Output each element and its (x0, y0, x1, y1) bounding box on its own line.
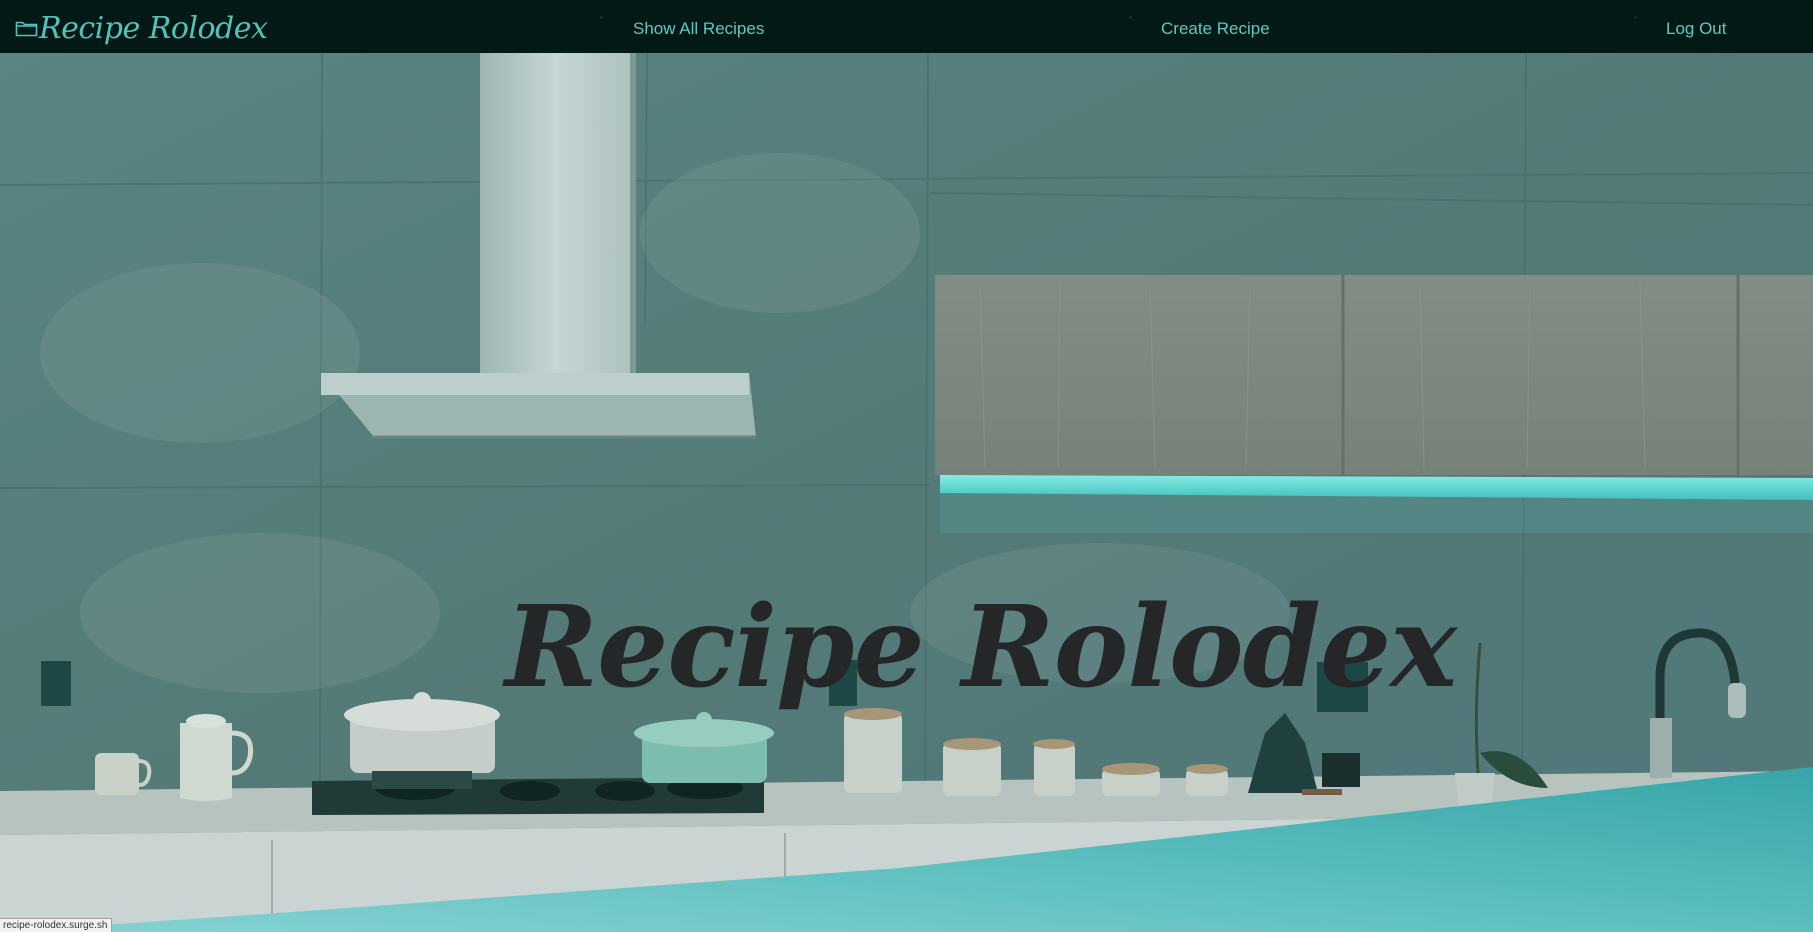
nav-divider-dot (600, 16, 603, 19)
folder-icon (15, 21, 38, 37)
hero-title: Recipe Rolodex (505, 582, 1457, 714)
kitchen-background-image (0, 53, 1813, 932)
nav-divider-dot (1634, 16, 1637, 19)
brand-link[interactable]: Recipe Rolodex (15, 10, 268, 46)
top-navbar: Recipe Rolodex Show All Recipes Create R… (0, 0, 1813, 53)
hero-section: Recipe Rolodex (0, 53, 1813, 932)
nav-show-all-recipes[interactable]: Show All Recipes (633, 19, 764, 39)
status-bar-url: recipe-rolodex.surge.sh (0, 918, 112, 932)
nav-create-recipe[interactable]: Create Recipe (1161, 19, 1270, 39)
brand-name: Recipe Rolodex (39, 10, 268, 46)
nav-divider-dot (1129, 16, 1132, 19)
nav-log-out[interactable]: Log Out (1666, 19, 1727, 39)
